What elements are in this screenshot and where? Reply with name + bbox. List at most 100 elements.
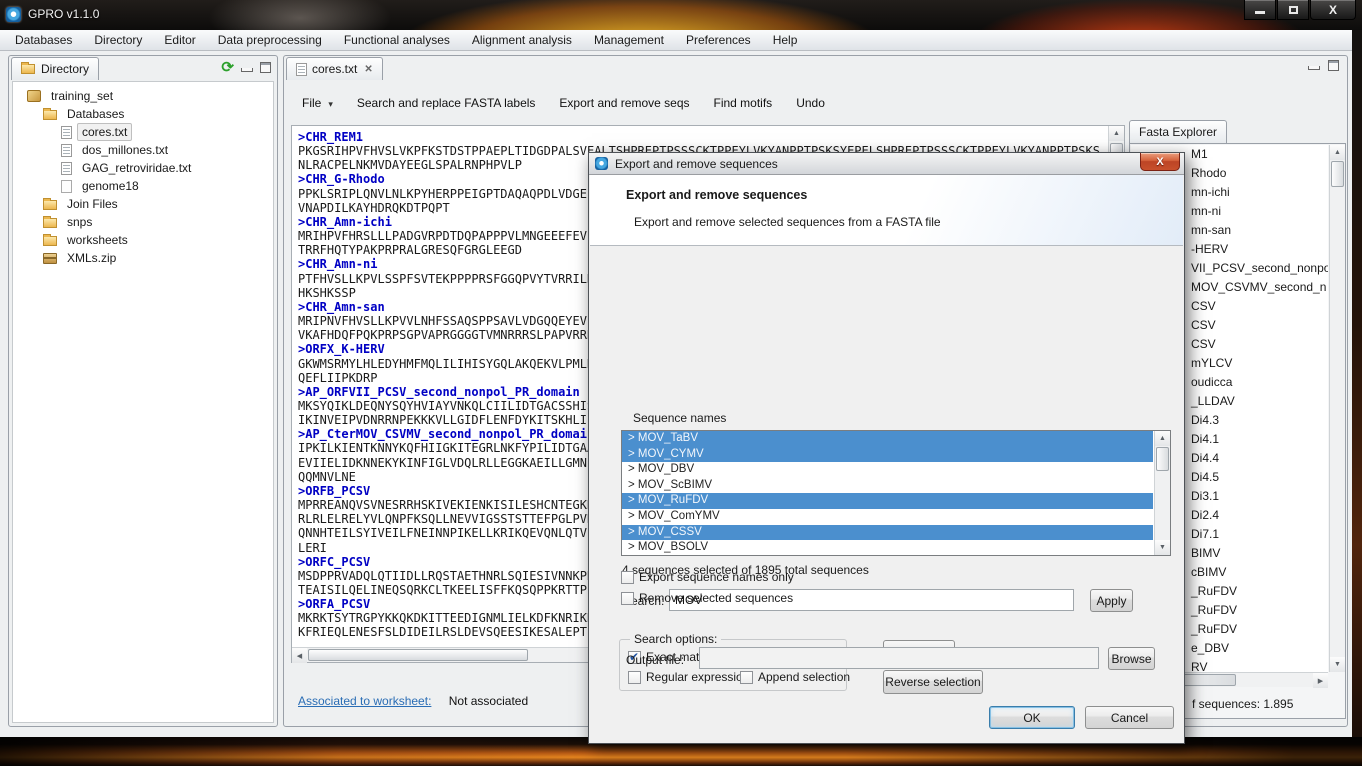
tab-fasta-explorer[interactable]: Fasta Explorer [1129, 120, 1227, 143]
browse-button[interactable]: Browse [1108, 647, 1155, 670]
dialog-subheading: Export and remove selected sequences fro… [634, 215, 941, 229]
associated-to-worksheet-link[interactable]: Associated to worksheet: [298, 694, 431, 708]
tree-item[interactable]: worksheets [13, 231, 273, 249]
sequence-list-item[interactable]: > MOV_CYMV [622, 447, 1153, 463]
toolbar-item[interactable]: Undo [784, 96, 837, 110]
menu-item[interactable]: Directory [83, 30, 153, 51]
tree-item-label: dos_millones.txt [77, 141, 173, 159]
window-maximize-button[interactable] [1277, 0, 1309, 20]
tree-item-icon [43, 253, 57, 264]
tree-item[interactable]: genome18 [13, 177, 273, 195]
tree-item[interactable]: training_set [13, 87, 273, 105]
tree-item[interactable]: snps [13, 213, 273, 231]
checkbox-icon [621, 592, 634, 605]
output-file-input[interactable] [699, 647, 1099, 669]
sequence-list-item[interactable]: > MOV_DBV [622, 462, 1153, 478]
tree-item-icon [61, 180, 72, 193]
menu-bar: DatabasesDirectoryEditorData preprocessi… [0, 30, 1352, 51]
menu-item[interactable]: Data preprocessing [207, 30, 333, 51]
associated-worksheet-value: Not associated [449, 694, 528, 708]
menu-item[interactable]: Functional analyses [333, 30, 461, 51]
checkbox-label: Append selection [758, 670, 850, 684]
toolbar-item[interactable]: Find motifs [702, 96, 785, 110]
menu-item[interactable]: Management [583, 30, 675, 51]
directory-tab-label: Directory [41, 62, 89, 76]
tree-item[interactable]: XMLs.zip [13, 249, 273, 267]
tab-cores-txt[interactable]: cores.txt ✕ [286, 57, 383, 80]
editor-tab-label: cores.txt [312, 62, 357, 76]
sequence-list[interactable]: > MOV_TaBV> MOV_CYMV> MOV_DBV> MOV_ScBIM… [621, 430, 1171, 556]
dialog-header: Export and remove sequences Export and r… [590, 175, 1183, 246]
tree-item-label: GAG_retroviridae.txt [77, 159, 196, 177]
explorer-vertical-scrollbar[interactable]: ▲ ▼ [1329, 145, 1345, 672]
window-minimize-button[interactable] [1244, 0, 1276, 20]
tree-item[interactable]: cores.txt [13, 123, 273, 141]
tree-item-icon [43, 200, 57, 210]
sequence-count-status: f sequences: 1.895 [1192, 697, 1293, 711]
reverse-selection-button[interactable]: Reverse selection [883, 670, 983, 694]
sequence-list-item[interactable]: > MOV_BSOLV [622, 540, 1153, 555]
apply-button[interactable]: Apply [1090, 589, 1133, 612]
sequence-list-item[interactable]: > MOV_TaBV [622, 431, 1153, 447]
checkbox-icon [740, 671, 753, 684]
tree-item[interactable]: Databases [13, 105, 273, 123]
desktop-wallpaper-right [1352, 30, 1362, 766]
tree-item-label: XMLs.zip [62, 249, 121, 267]
menu-item[interactable]: Preferences [675, 30, 762, 51]
search-option-checkbox[interactable]: Regular expression [628, 670, 740, 684]
refresh-icon[interactable]: ⟳ [221, 60, 234, 75]
scroll-up-button[interactable]: ▲ [1330, 145, 1345, 160]
sequence-list-item[interactable]: > MOV_ScBIMV [622, 478, 1153, 494]
ok-button[interactable]: OK [989, 706, 1075, 729]
tree-item-label: Databases [62, 105, 129, 123]
export-names-checkbox[interactable]: Export sequence names only [621, 570, 794, 584]
search-options-label: Search options: [630, 632, 721, 646]
list-vertical-scrollbar[interactable]: ▲ ▼ [1154, 431, 1170, 555]
toolbar-item[interactable]: Search and replace FASTA labels [345, 96, 548, 110]
editor-tab-row: cores.txt ✕ [284, 56, 1347, 81]
directory-tree: training_set Databases cores.txt dos_mil… [12, 81, 274, 723]
search-option-checkbox[interactable]: Append selection [740, 670, 850, 684]
tree-item-icon [43, 236, 57, 246]
scroll-up-button[interactable]: ▲ [1155, 431, 1170, 446]
toolbar-item[interactable]: Export and remove seqs [547, 96, 701, 110]
scroll-thumb[interactable] [1331, 161, 1344, 187]
dialog-app-icon [595, 157, 608, 170]
dialog-close-button[interactable]: X [1140, 153, 1180, 171]
menu-item[interactable]: Databases [4, 30, 83, 51]
scroll-right-button[interactable]: ▶ [1313, 673, 1328, 688]
app-icon [6, 7, 21, 22]
editor-maximize-icon[interactable] [1328, 60, 1339, 71]
window-title: GPRO v1.1.0 [28, 7, 99, 21]
cancel-button[interactable]: Cancel [1085, 706, 1174, 729]
fasta-line: >CHR_REM1 [298, 130, 1107, 144]
window-titlebar[interactable]: GPRO v1.1.0 X [0, 0, 1362, 30]
scroll-down-button[interactable]: ▼ [1155, 540, 1170, 555]
toolbar-item[interactable]: File [290, 96, 345, 110]
scroll-thumb[interactable] [1156, 447, 1169, 471]
tree-item[interactable]: Join Files [13, 195, 273, 213]
tree-item[interactable]: GAG_retroviridae.txt [13, 159, 273, 177]
menu-item[interactable]: Alignment analysis [461, 30, 583, 51]
menu-item[interactable]: Editor [153, 30, 206, 51]
scroll-left-button[interactable]: ◀ [292, 648, 307, 663]
panel-maximize-icon[interactable] [260, 62, 271, 73]
tree-item[interactable]: dos_millones.txt [13, 141, 273, 159]
window-close-button[interactable]: X [1310, 0, 1356, 20]
tab-directory[interactable]: Directory [11, 57, 99, 80]
tree-item-icon [61, 126, 72, 139]
dialog-titlebar[interactable]: Export and remove sequences [589, 153, 1184, 175]
sequence-list-item[interactable]: > MOV_CSSV [622, 525, 1153, 541]
scroll-down-button[interactable]: ▼ [1330, 657, 1345, 672]
sequence-list-item[interactable]: > MOV_ComYMV [622, 509, 1153, 525]
tab-close-icon[interactable]: ✕ [364, 64, 372, 75]
menu-item[interactable]: Help [762, 30, 809, 51]
panel-minimize-icon[interactable] [241, 68, 253, 72]
scroll-up-button[interactable]: ▲ [1109, 126, 1124, 141]
dialog-title: Export and remove sequences [615, 157, 778, 171]
scroll-thumb[interactable] [308, 649, 528, 661]
folder-icon [21, 64, 35, 74]
editor-minimize-icon[interactable] [1308, 66, 1320, 70]
sequence-list-item[interactable]: > MOV_RuFDV [622, 493, 1153, 509]
remove-selected-checkbox[interactable]: Remove selected sequences [621, 591, 793, 605]
